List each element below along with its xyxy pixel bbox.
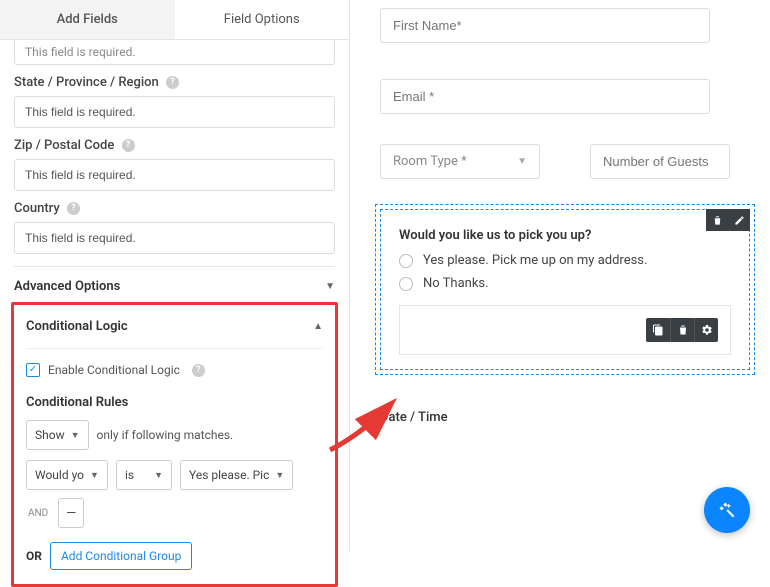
or-label: OR [26,549,42,563]
conditional-logic-box: Conditional Logic ▲ ✓ Enable Conditional… [11,302,338,587]
conditional-logic-header[interactable]: Conditional Logic ▲ [26,305,323,342]
tabs: Add Fields Field Options [0,0,349,40]
state-label: State / Province / Region [14,75,159,90]
guests-input[interactable] [590,144,730,179]
field-toolbar [706,209,750,231]
tab-add-fields[interactable]: Add Fields [0,0,175,39]
conditional-rules-label: Conditional Rules [26,395,323,410]
zip-label: Zip / Postal Code [14,138,114,153]
advanced-options-title: Advanced Options [14,279,120,294]
chevron-down-icon: ▼ [90,470,99,481]
wand-icon [717,500,737,520]
help-icon[interactable]: ? [166,76,179,89]
enable-conditional-label: Enable Conditional Logic [48,363,180,377]
rule-field-select[interactable]: Would yo ▼ [26,460,108,490]
left-panel: Add Fields Field Options This field is r… [0,0,350,551]
tab-field-options[interactable]: Field Options [175,0,350,39]
rule-value-value: Yes please. Pic [189,468,269,482]
rule-operator-select[interactable]: is ▼ [116,460,172,490]
radio-option-1[interactable]: Yes please. Pick me up on my address. [399,253,731,268]
chevron-up-icon: ▲ [313,321,323,332]
settings-icon[interactable] [694,318,718,342]
rule-operator-value: is [125,468,134,482]
room-type-select[interactable]: Room Type * ▼ [380,144,540,179]
rule-field-value: Would yo [35,468,84,482]
rule-value-select[interactable]: Yes please. Pic ▼ [180,460,293,490]
country-label: Country [14,201,60,216]
country-input[interactable] [14,222,335,254]
delete-icon[interactable] [670,318,694,342]
radio-option-2-label: No Thanks. [423,276,489,291]
enable-conditional-checkbox[interactable]: ✓ [26,363,40,377]
add-conditional-group-button[interactable]: Add Conditional Group [50,542,192,570]
show-hide-value: Show [35,428,65,442]
only-if-text: only if following matches. [97,428,234,442]
first-name-input[interactable] [380,8,710,43]
radio-option-2[interactable]: No Thanks. [399,276,731,291]
preview-panel: Room Type * ▼ Would you like us to pick … [350,0,770,551]
help-icon[interactable]: ? [122,139,135,152]
chevron-down-icon: ▼ [154,470,163,481]
copy-icon[interactable] [646,318,670,342]
email-input[interactable] [380,79,710,114]
selected-field[interactable]: Would you like us to pick you up? Yes pl… [380,209,750,370]
radio-icon [399,254,413,268]
conditional-logic-title: Conditional Logic [26,319,128,334]
fab-button[interactable] [704,487,750,533]
radio-icon [399,277,413,291]
and-label: AND [26,508,50,519]
question-label: Would you like us to pick you up? [399,228,731,243]
date-time-label: Date / Time [380,410,750,425]
show-hide-select[interactable]: Show ▼ [26,420,89,450]
radio-option-1-label: Yes please. Pick me up on my address. [423,253,647,268]
chevron-down-icon: ▼ [325,281,335,292]
help-icon[interactable]: ? [67,202,80,215]
chevron-down-icon: ▼ [275,470,284,481]
edit-icon[interactable] [728,209,750,231]
zip-input[interactable] [14,159,335,191]
advanced-options-header[interactable]: Advanced Options ▼ [14,266,335,302]
chevron-down-icon: ▼ [71,430,80,441]
truncated-field: This field is required. [14,40,335,65]
room-type-value: Room Type * [393,154,467,169]
state-input[interactable] [14,96,335,128]
nested-toolbar [646,318,718,342]
help-icon[interactable]: ? [192,364,205,377]
remove-rule-button[interactable]: — [58,498,84,528]
chevron-down-icon: ▼ [517,156,527,167]
nested-field-block[interactable] [399,305,731,355]
delete-icon[interactable] [706,209,728,231]
